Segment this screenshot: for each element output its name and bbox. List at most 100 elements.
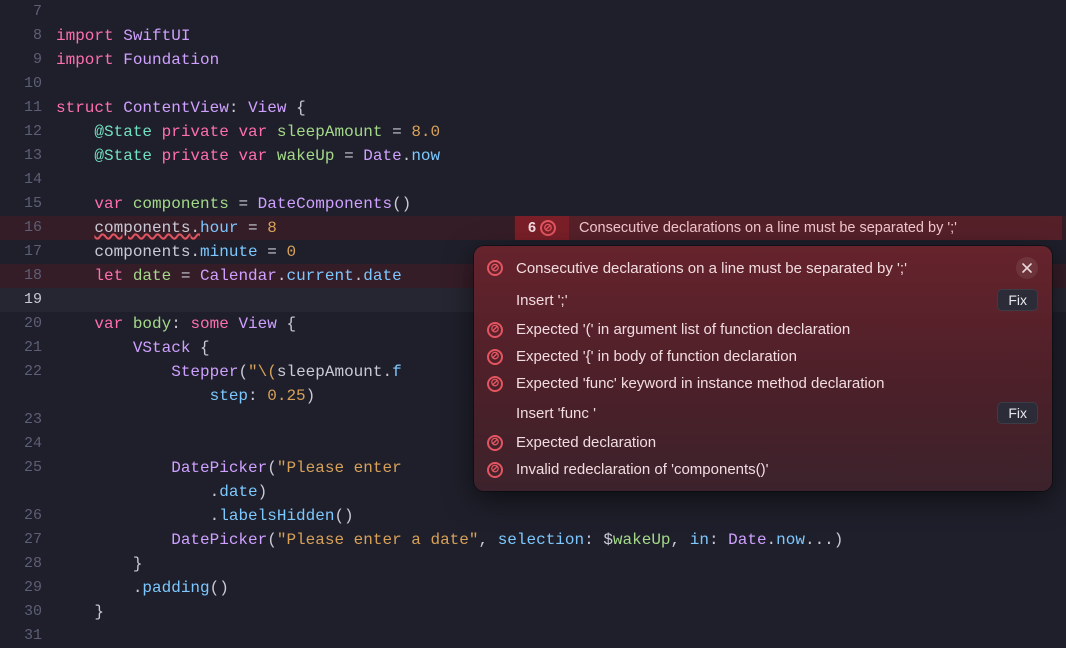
line-number: 24 [0,432,56,456]
arg-label: step [210,387,248,405]
keyword-import: import [56,51,114,69]
code-line[interactable]: 7 [0,0,1066,24]
attr-state: @State [94,123,152,141]
diagnostic-item[interactable]: ⊘ Expected 'func' keyword in instance me… [474,370,1052,397]
line-number: 16 [0,216,56,240]
error-count-badge[interactable]: 6 ⊘ [515,216,569,240]
diagnostic-text: Consecutive declarations on a line must … [516,260,1004,277]
method: labelsHidden [219,507,334,525]
identifier: date [133,267,171,285]
keyword: private [162,123,229,141]
identifier: components [133,195,229,213]
diagnostic-text: Expected 'func' keyword in instance meth… [516,375,1038,392]
line-number: 30 [0,600,56,624]
type-name: VStack [133,339,191,357]
code-line[interactable]: 14 [0,168,1066,192]
property: current [286,267,353,285]
diagnostic-item[interactable]: ⊘ Invalid redeclaration of 'components()… [474,456,1052,483]
identifier: wakeUp [277,147,335,165]
protocol-name: View [248,99,286,117]
number-literal: 0.25 [267,387,305,405]
cursor [94,288,95,306]
code-line[interactable]: 30 } [0,600,1066,624]
property: hour [200,219,238,237]
diagnostic-fix-item[interactable]: ⊘ Insert 'func ' Fix [474,397,1052,429]
code-line[interactable]: 11 struct ContentView: View { [0,96,1066,120]
module-name: Foundation [123,51,219,69]
inline-error-message: Consecutive declarations on a line must … [569,220,957,236]
line-number: 17 [0,240,56,264]
type-name: Stepper [171,363,238,381]
diagnostic-text: Expected declaration [516,434,1038,451]
line-number: 19 [0,288,56,312]
error-icon: ⊘ [487,260,503,276]
identifier: sleepAmount [277,123,383,141]
property: now [776,531,805,549]
line-number: 22 [0,360,56,384]
code-line[interactable]: 9 import Foundation [0,48,1066,72]
line-number: 31 [0,624,56,648]
line-number: 12 [0,120,56,144]
error-icon: ⊘ [487,322,503,338]
error-icon: ⊘ [487,435,503,451]
diagnostics-popup[interactable]: ⊘ Consecutive declarations on a line mus… [474,246,1052,491]
type-name: DateComponents [258,195,392,213]
diagnostic-item[interactable]: ⊘ Consecutive declarations on a line mus… [474,252,1052,284]
property: date [219,483,257,501]
keyword: var [94,195,123,213]
code-line[interactable]: 8 import SwiftUI [0,24,1066,48]
close-icon [1022,263,1032,273]
diagnostic-item[interactable]: ⊘ Expected declaration [474,429,1052,456]
code-line[interactable]: 31 [0,624,1066,648]
diagnostic-text: Insert ';' [516,292,985,309]
line-number: 15 [0,192,56,216]
type-name: DatePicker [171,459,267,477]
line-number: 20 [0,312,56,336]
line-number: 23 [0,408,56,432]
number-literal: 0 [286,243,296,261]
diagnostic-item[interactable]: ⊘ Expected '{' in body of function decla… [474,343,1052,370]
fix-button[interactable]: Fix [997,289,1038,311]
keyword-import: import [56,27,114,45]
line-number: 29 [0,576,56,600]
method: date [363,267,401,285]
diagnostic-fix-item[interactable]: ⊘ Insert ';' Fix [474,284,1052,316]
identifier: wakeUp [613,531,671,549]
identifier: components [94,243,190,261]
line-number: 11 [0,96,56,120]
code-line[interactable]: 28 } [0,552,1066,576]
line-number: 18 [0,264,56,288]
error-token: components [94,219,190,237]
line-number: 27 [0,528,56,552]
code-line[interactable]: 10 [0,72,1066,96]
line-number: 25 [0,456,56,480]
code-line[interactable]: 12 @State private var sleepAmount = 8.0 [0,120,1066,144]
diagnostic-text: Expected '(' in argument list of functio… [516,321,1038,338]
type-name: DatePicker [171,531,267,549]
identifier: sleepAmount [277,363,383,381]
number-literal: 8 [267,219,277,237]
keyword: let [94,267,123,285]
fix-button[interactable]: Fix [997,402,1038,424]
close-button[interactable] [1016,257,1038,279]
arg-label: in [690,531,709,549]
code-line[interactable]: 26 .labelsHidden() [0,504,1066,528]
code-line[interactable]: 15 var components = DateComponents() [0,192,1066,216]
inline-error-banner[interactable]: 6 ⊘ Consecutive declarations on a line m… [514,216,1062,240]
error-count: 6 [528,220,536,236]
type-name: Date [728,531,766,549]
error-icon: ⊘ [487,462,503,478]
error-icon: ⊘ [487,349,503,365]
line-number: 7 [0,0,56,24]
code-line[interactable]: 27 DatePicker("Please enter a date", sel… [0,528,1066,552]
code-line[interactable]: 29 .padding() [0,576,1066,600]
code-line[interactable]: 13 @State private var wakeUp = Date.now [0,144,1066,168]
arg-label: selection [498,531,584,549]
diagnostic-item[interactable]: ⊘ Expected '(' in argument list of funct… [474,316,1052,343]
module-name: SwiftUI [123,27,190,45]
type-name: Date [363,147,401,165]
line-number: 9 [0,48,56,72]
diagnostic-text: Insert 'func ' [516,405,985,422]
error-icon: ⊘ [487,376,503,392]
type-name: Calendar [200,267,277,285]
